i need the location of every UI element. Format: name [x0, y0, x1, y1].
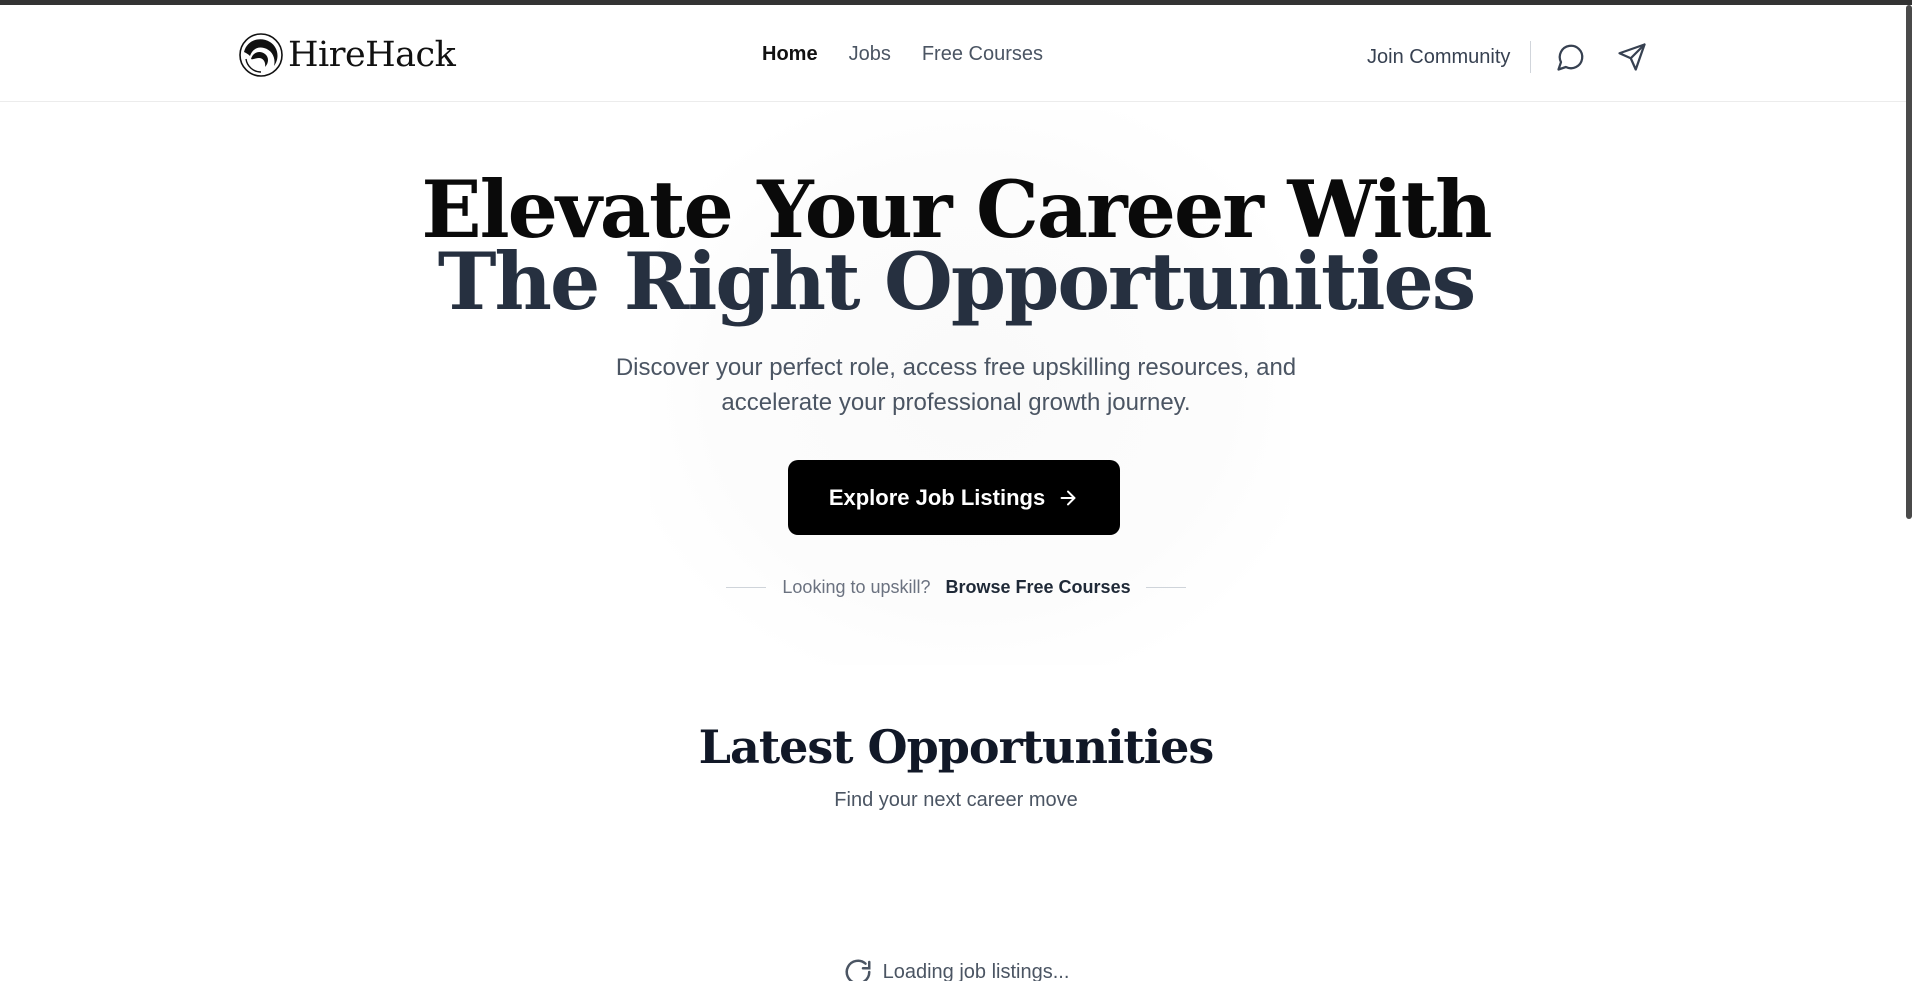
- latest-opportunities-subtitle: Find your next career move: [834, 789, 1078, 811]
- upskill-divider-left: [726, 587, 767, 588]
- hirehack-logo-icon: [239, 33, 283, 77]
- hero-title-line-2: The Right Opportunities: [437, 235, 1477, 328]
- upskill-divider-right: [1145, 587, 1186, 588]
- join-community-link[interactable]: Join Community: [1367, 46, 1510, 69]
- loading-text: Loading job listings...: [882, 960, 1070, 981]
- arrow-right-icon: [1060, 490, 1076, 505]
- brand-name: HireHack: [288, 35, 456, 75]
- latest-opportunities-title: Latest Opportunities: [698, 720, 1215, 774]
- chat-button[interactable]: [1553, 39, 1589, 75]
- nav-divider: [1530, 41, 1532, 73]
- page-scrollbar[interactable]: [1906, 5, 1912, 519]
- hero-section: Elevate Your Career With The Right Oppor…: [0, 102, 1912, 665]
- upskill-prompt: Looking to upskill?: [782, 577, 931, 597]
- hero-subtitle-line-1: Discover your perfect role, access free …: [615, 354, 1297, 381]
- explore-jobs-label: Explore Job Listings: [828, 484, 1046, 510]
- hero-subtitle-line-2: accelerate your professional growth jour…: [721, 389, 1191, 416]
- send-icon: [1618, 43, 1647, 71]
- nav-actions: Join Community: [1367, 35, 1650, 79]
- loading-spinner-icon: [845, 959, 871, 981]
- chat-bubble-icon: [1557, 44, 1584, 71]
- top-navbar: HireHack Home Jobs Free Courses Join Com…: [0, 5, 1912, 102]
- upskill-row: Looking to upskill? Browse Free Courses: [0, 577, 1912, 598]
- nav-link-jobs[interactable]: Jobs: [849, 43, 891, 66]
- explore-jobs-button[interactable]: Explore Job Listings: [788, 460, 1120, 535]
- hero-subtitle: Discover your perfect role, access free …: [556, 350, 1356, 420]
- brand-logo[interactable]: HireHack: [238, 31, 456, 79]
- browse-free-courses-link[interactable]: Browse Free Courses: [946, 577, 1131, 598]
- main-nav: Home Jobs Free Courses: [762, 43, 1043, 66]
- send-button[interactable]: [1614, 39, 1650, 75]
- nav-link-free-courses[interactable]: Free Courses: [922, 43, 1043, 66]
- nav-link-home[interactable]: Home: [762, 43, 818, 66]
- loading-indicator: Loading job listings...: [0, 957, 1912, 981]
